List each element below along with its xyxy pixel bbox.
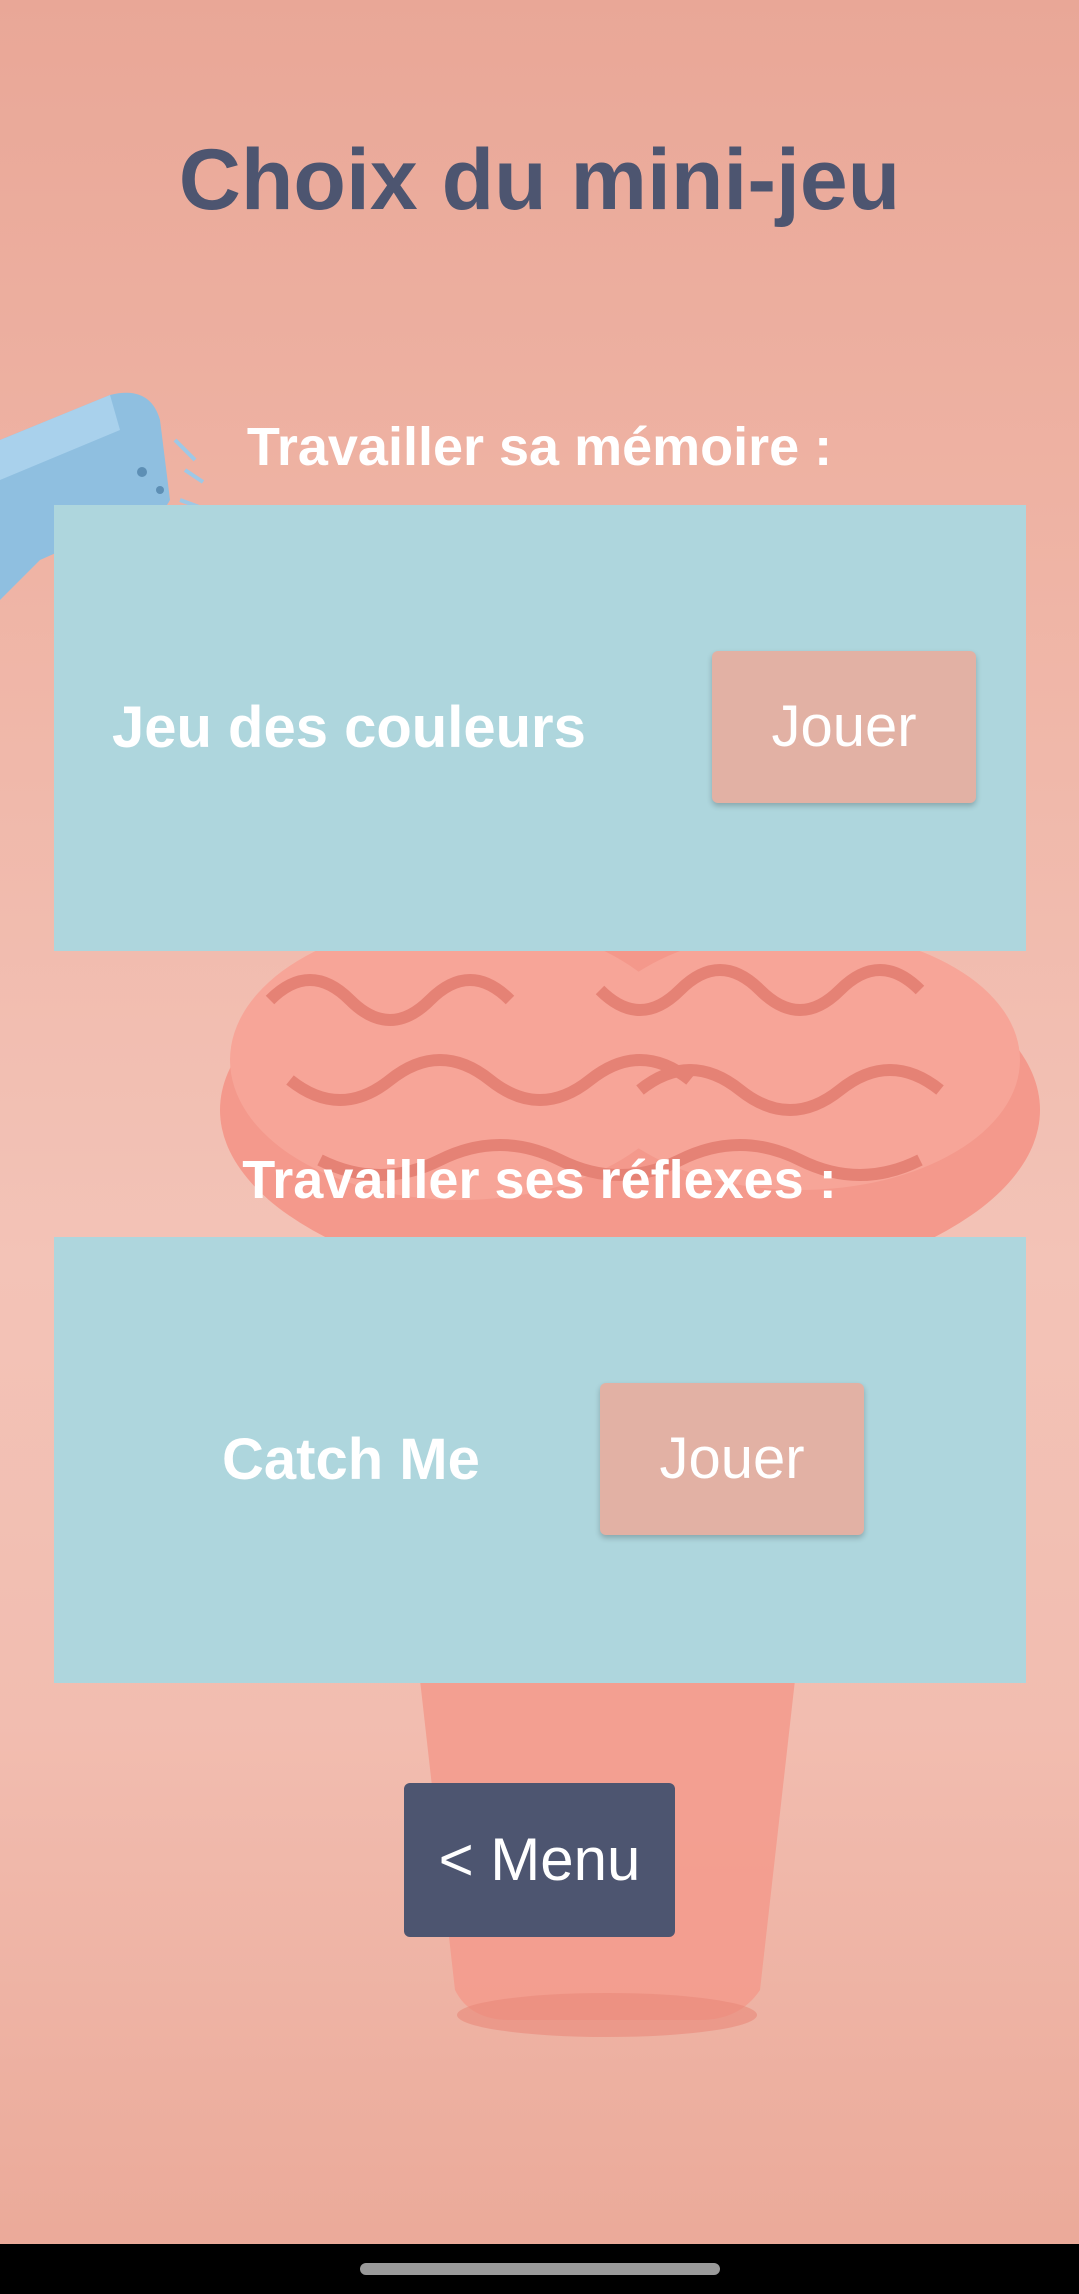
play-catch-me-button[interactable]: Jouer xyxy=(600,1383,864,1535)
game-card-catch-me: Catch Me Jouer xyxy=(54,1237,1026,1683)
brain-illustration-icon xyxy=(0,392,1040,2037)
game-name-catch-me: Catch Me xyxy=(222,1427,480,1492)
play-colors-button[interactable]: Jouer xyxy=(712,651,976,803)
section-label-memory: Travailler sa mémoire : xyxy=(246,417,833,477)
game-name-colors: Jeu des couleurs xyxy=(112,695,586,760)
home-indicator[interactable] xyxy=(360,2263,720,2275)
section-label-reflexes: Travailler ses réflexes : xyxy=(242,1150,837,1210)
game-card-colors: Jeu des couleurs Jouer xyxy=(54,505,1026,951)
game-selection-screen: Choix du mini-jeu Travailler sa mémoire … xyxy=(0,0,1079,2294)
page-title: Choix du mini-jeu xyxy=(178,132,901,228)
back-to-menu-button[interactable]: < Menu xyxy=(404,1783,675,1937)
system-navigation-bar xyxy=(0,2244,1079,2294)
